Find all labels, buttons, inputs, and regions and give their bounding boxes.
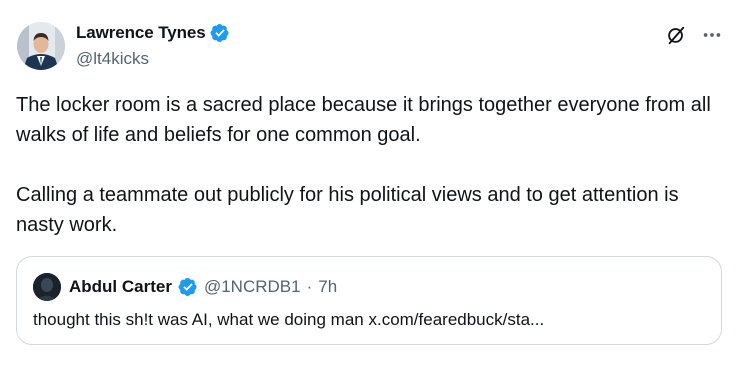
author-avatar[interactable] [17,22,65,70]
quoted-tweet[interactable]: Abdul Carter @1NCRDB1 · 7h thought this … [16,256,722,345]
avatar-photo [17,22,65,70]
author-name-row: Lawrence Tynes [76,23,230,43]
verified-badge-icon [210,23,230,43]
tweet-text: The locker room is a sacred place becaus… [16,90,716,240]
tweet-actions [663,22,725,48]
quoted-author-avatar[interactable] [33,273,61,301]
quoted-tweet-text: thought this sh!t was AI, what we doing … [33,310,545,329]
more-options-icon[interactable] [699,22,725,48]
tweet-paragraph: The locker room is a sacred place becaus… [16,94,717,146]
author-name[interactable]: Lawrence Tynes [76,23,206,43]
verified-badge-icon [178,277,198,297]
quoted-avatar-photo [33,273,61,301]
quoted-author-handle[interactable]: @1NCRDB1 [204,277,301,297]
separator-dot: · [306,277,313,296]
author-handle[interactable]: @lt4kicks [76,49,149,69]
quoted-tweet-timestamp[interactable]: 7h [318,277,337,297]
quoted-author-name[interactable]: Abdul Carter [69,277,172,297]
grok-icon[interactable] [663,22,689,48]
tweet-paragraph: Calling a teammate out publicly for his … [16,184,685,236]
quoted-tweet-header: Abdul Carter @1NCRDB1 · 7h [33,273,337,301]
